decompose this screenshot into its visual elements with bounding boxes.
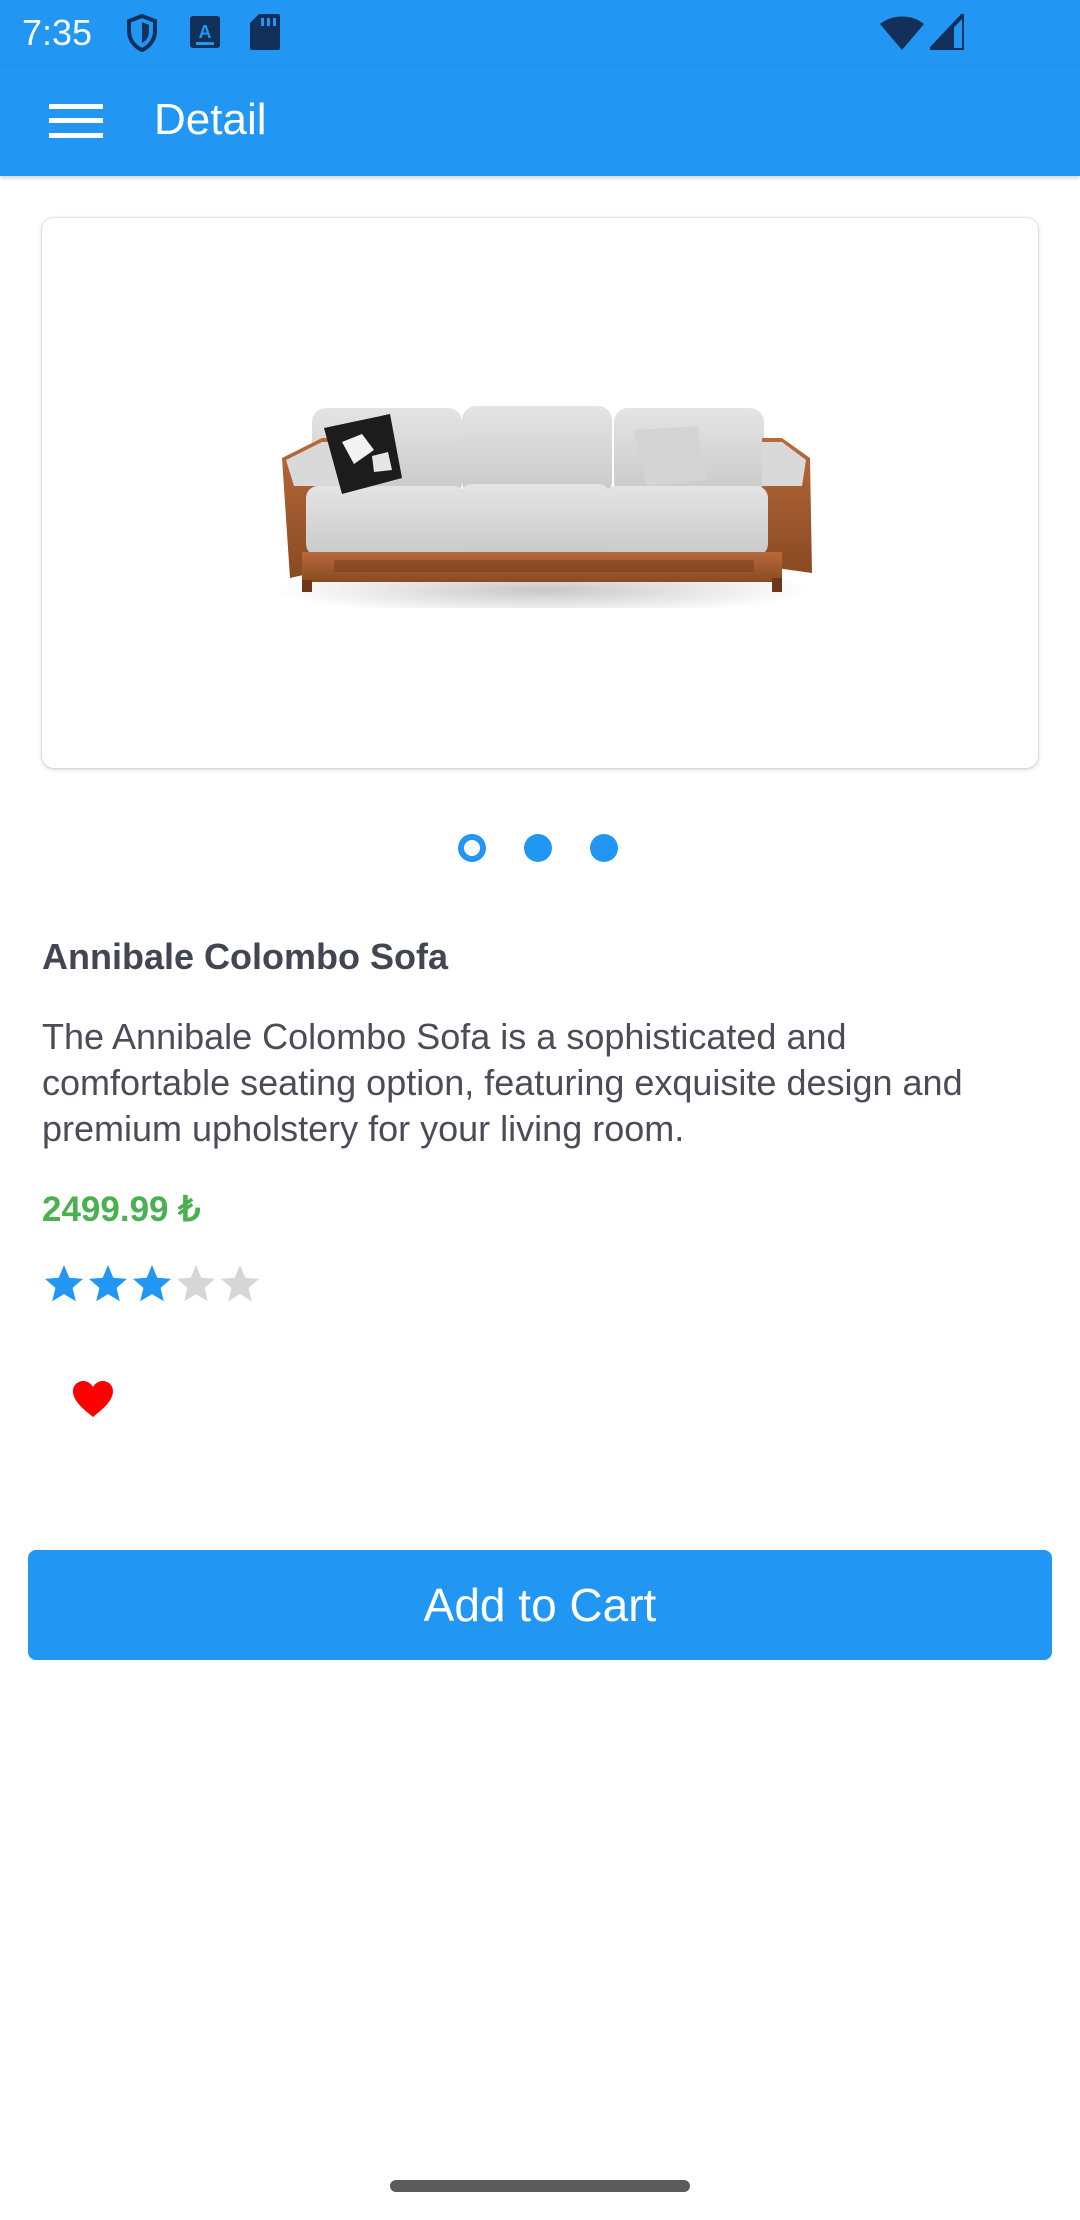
sofa-image	[272, 406, 812, 608]
carousel-dot-2[interactable]	[524, 834, 552, 862]
product-description: The Annibale Colombo Sofa is a sophistic…	[42, 1016, 963, 1149]
vpn-shield-icon	[127, 14, 157, 52]
sd-card-icon	[250, 14, 280, 50]
wifi-icon	[880, 16, 924, 50]
rating-stars	[42, 1262, 262, 1306]
svg-text:A: A	[199, 22, 212, 42]
accessibility-icon: A	[190, 16, 220, 48]
page-title: Detail	[154, 95, 267, 144]
add-to-cart-button[interactable]: Add to Cart	[28, 1550, 1052, 1660]
star-empty-icon	[221, 1265, 259, 1302]
star-filled-icon	[133, 1265, 171, 1302]
star-filled-icon	[89, 1265, 127, 1302]
carousel-dot-1[interactable]	[458, 834, 486, 862]
product-price: 2499.99 ₺	[42, 1190, 201, 1229]
star-filled-icon	[45, 1265, 83, 1302]
gesture-navigation-bar[interactable]	[390, 2180, 690, 2192]
app-bar: Detail	[0, 66, 1080, 176]
carousel-dot-3[interactable]	[590, 834, 618, 862]
product-name: Annibale Colombo Sofa	[42, 936, 449, 977]
star-empty-icon	[177, 1265, 215, 1302]
menu-button[interactable]	[36, 88, 116, 154]
status-time: 7:35	[22, 12, 93, 53]
heart-icon	[73, 1381, 113, 1417]
hamburger-menu-icon	[49, 104, 103, 138]
status-bar: 7:35 A	[0, 0, 1080, 66]
carousel-indicator	[458, 834, 622, 862]
product-image-carousel[interactable]	[42, 218, 1038, 768]
favorite-button[interactable]	[58, 1364, 128, 1434]
cell-signal-icon	[930, 14, 964, 50]
